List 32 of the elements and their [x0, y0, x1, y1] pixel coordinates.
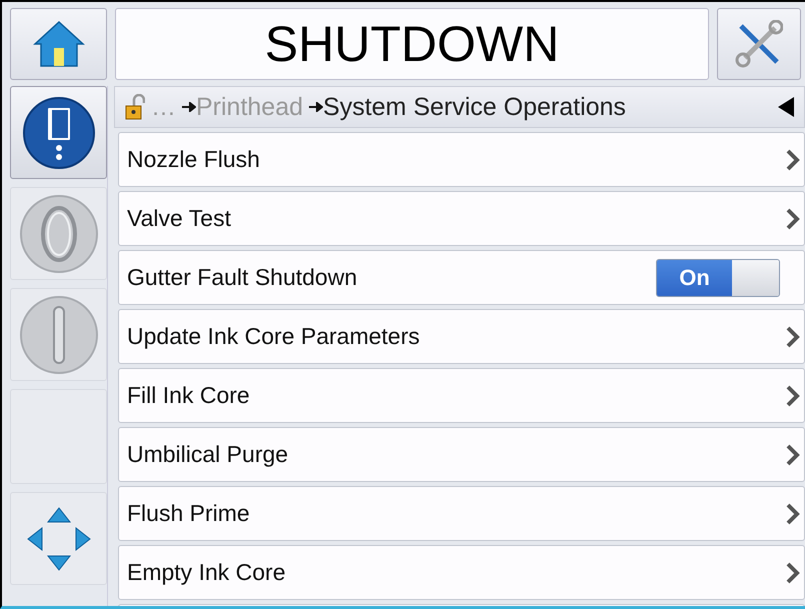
screen-title: SHUTDOWN [115, 8, 709, 80]
home-button[interactable] [10, 8, 107, 80]
padlock-open-icon [125, 94, 145, 120]
navigation-arrows-icon [26, 506, 92, 572]
on-symbol-icon [18, 294, 98, 374]
toggle-switch[interactable]: On [656, 258, 780, 296]
menu-row[interactable]: Fill Ink Core [118, 368, 805, 423]
breadcrumb-item: System Service Operations [323, 92, 626, 122]
chevron-right-icon [786, 148, 800, 170]
chevron-right-icon [786, 444, 800, 466]
breadcrumb-ellipsis: … [151, 92, 176, 122]
chevron-right-icon [786, 502, 800, 524]
chevron-right-icon [786, 208, 800, 230]
wrench-screwdriver-icon [735, 20, 783, 68]
chevron-right-icon [786, 562, 800, 584]
menu-row[interactable]: Umbilical Purge [118, 427, 805, 482]
off-symbol-icon [18, 194, 98, 274]
back-triangle-icon[interactable] [778, 97, 794, 117]
chevron-right-icon [786, 384, 800, 406]
menu-row[interactable]: Nozzle Flush [118, 132, 805, 187]
chevron-right-icon [786, 326, 800, 348]
house-icon [32, 20, 84, 68]
setting-label: Gutter Fault Shutdown [127, 264, 358, 291]
menu-row[interactable]: Update Ink Core Parameters [118, 309, 805, 364]
menu-row[interactable]: Valve Test [118, 191, 805, 246]
arrow-right-icon [182, 102, 196, 112]
ink-cartridge-icon [22, 96, 96, 170]
arrow-right-icon [309, 102, 324, 112]
menu-row[interactable]: Flush Prime [118, 486, 805, 541]
side-button[interactable] [10, 86, 107, 179]
tools-button[interactable] [717, 8, 801, 80]
menu-row[interactable]: Empty Ink Core [118, 545, 805, 600]
